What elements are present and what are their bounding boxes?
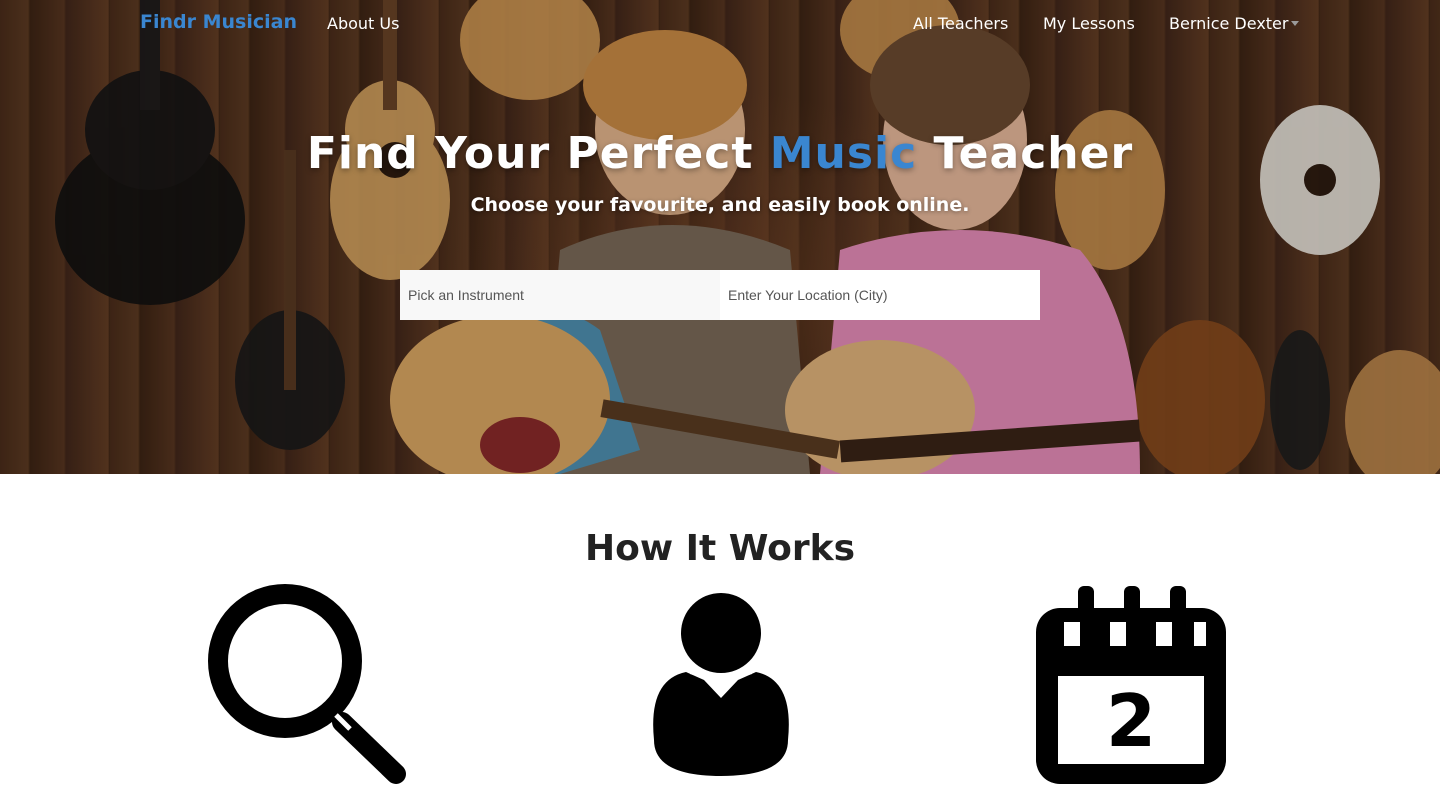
instrument-input[interactable] [400, 270, 720, 320]
chevron-down-icon[interactable] [1291, 21, 1299, 26]
user-icon [648, 590, 794, 780]
calendar-icon: 2 [1034, 584, 1228, 786]
brand-logo-link[interactable]: Findr Musician [140, 11, 297, 33]
nav-link-all-teachers[interactable]: All Teachers [913, 14, 1008, 33]
magnifying-glass-icon [208, 582, 410, 784]
location-input[interactable] [720, 270, 1040, 320]
how-it-works-title: How It Works [584, 528, 856, 569]
hero-subtitle: Choose your favourite, and easily book o… [470, 194, 970, 216]
hero-title-accent: Music [769, 128, 918, 179]
teacher-search-form [400, 270, 1040, 320]
calendar-day-number: 2 [1106, 679, 1156, 763]
hero-banner: Findr Musician About Us All Teachers My … [0, 0, 1440, 474]
nav-link-my-lessons[interactable]: My Lessons [1043, 14, 1135, 33]
top-navbar: Findr Musician About Us All Teachers My … [0, 0, 1440, 48]
user-menu-dropdown[interactable]: Bernice Dexter [1169, 14, 1288, 33]
nav-link-about-us[interactable]: About Us [327, 14, 399, 33]
hero-title: Find Your Perfect Music Teacher [306, 128, 1134, 179]
